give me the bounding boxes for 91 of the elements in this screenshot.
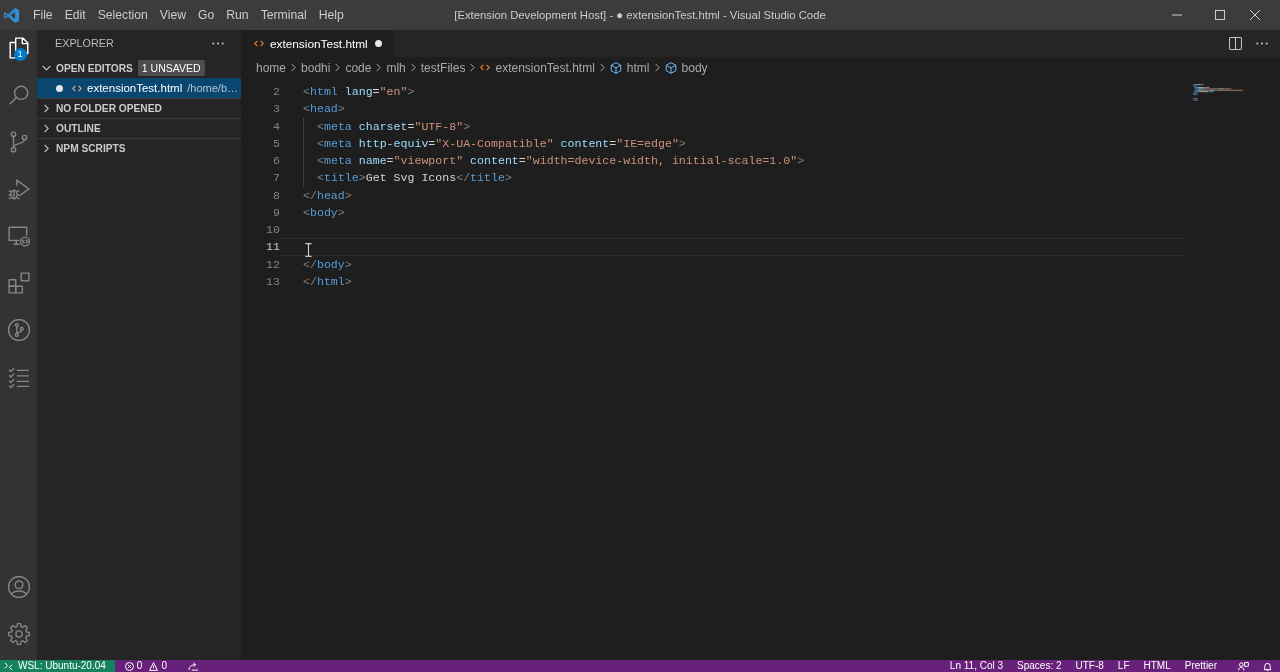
feedback-icon[interactable] xyxy=(1238,661,1249,671)
line-number: 9 xyxy=(272,204,280,221)
chevron-right-icon xyxy=(410,63,416,72)
section-header[interactable]: NO FOLDER OPENED xyxy=(37,98,241,118)
menu-item[interactable]: Go xyxy=(192,0,221,30)
chevron-right-icon xyxy=(376,63,382,72)
code-brackets-icon xyxy=(72,84,82,92)
line-number: 13 xyxy=(265,273,280,290)
status-item[interactable]: Spaces: 2 xyxy=(1010,660,1069,672)
code-brackets-icon xyxy=(480,64,491,71)
cube-icon xyxy=(664,61,677,74)
status-item[interactable]: HTML xyxy=(1136,660,1178,672)
chevron-right-icon xyxy=(599,63,605,72)
problems-indicator[interactable]: 0 0 xyxy=(117,660,174,672)
status-item[interactable]: LF xyxy=(1110,660,1137,672)
more-icon[interactable] xyxy=(212,41,224,45)
chevron-right-icon xyxy=(291,63,297,72)
maximize-icon[interactable] xyxy=(1214,10,1225,20)
breadcrumb-item[interactable]: code xyxy=(345,60,372,75)
remote-icon xyxy=(4,661,13,671)
remote-indicator[interactable]: WSL: Ubuntu-20.04 xyxy=(0,660,115,672)
search-icon[interactable] xyxy=(7,84,30,106)
panel-title: EXPLORER xyxy=(55,37,114,49)
line-number: 10 xyxy=(265,222,280,239)
line-number: 6 xyxy=(272,153,280,170)
bell-icon[interactable] xyxy=(1263,661,1272,671)
menu-item[interactable]: Terminal xyxy=(254,0,313,30)
text-cursor-icon xyxy=(305,243,312,257)
breadcrumb-item[interactable]: body xyxy=(664,60,708,75)
menu-item[interactable]: Help xyxy=(312,0,350,30)
settings-icon[interactable] xyxy=(7,623,30,645)
count-badge: 1 xyxy=(13,48,27,61)
play-bug-icon[interactable] xyxy=(7,178,30,200)
editor-tab[interactable]: extensionTest.html xyxy=(241,30,393,57)
breadcrumb-item[interactable]: bodhi xyxy=(301,60,331,75)
share-arrow-icon[interactable] xyxy=(187,661,199,671)
line-number: 2 xyxy=(272,84,280,100)
line-number: 3 xyxy=(272,101,280,118)
chevron-right-icon xyxy=(470,63,476,72)
menu-item[interactable]: File xyxy=(27,0,59,30)
section-header[interactable]: OPEN EDITORS 1 UNSAVED xyxy=(37,58,241,78)
code-line: </html> xyxy=(303,273,352,290)
menu-item[interactable]: Run xyxy=(220,0,255,30)
breadcrumb-item[interactable]: testFiles xyxy=(420,60,466,75)
status-item[interactable]: Ln 11, Col 3 xyxy=(942,660,1011,672)
breadcrumb-item[interactable]: mlh xyxy=(386,60,406,75)
line-number: 8 xyxy=(272,187,280,204)
chevron-right-icon xyxy=(654,63,660,72)
file-name: extensionTest.html xyxy=(87,82,183,94)
status-item[interactable]: UTF-8 xyxy=(1068,660,1111,672)
menu-item[interactable]: Selection xyxy=(91,0,154,30)
window-title: [Extension Development Host] - ● extensionTest.html - Visual Studio Code xyxy=(454,9,826,21)
breadcrumb-item[interactable]: html xyxy=(609,60,650,75)
line-number: 4 xyxy=(272,118,280,135)
menu-item[interactable]: Edit xyxy=(58,0,92,30)
checklist-icon[interactable] xyxy=(7,366,30,388)
split-editor-icon[interactable] xyxy=(1229,37,1242,50)
line-number: 7 xyxy=(272,170,280,187)
code-line: <meta charset="UTF-8"> xyxy=(317,118,471,135)
code-line: </body> xyxy=(303,256,352,273)
files-icon[interactable] xyxy=(7,37,30,59)
section-header[interactable]: OUTLINE xyxy=(37,118,241,138)
section-header[interactable]: NPM SCRIPTS xyxy=(37,138,241,158)
unsaved-count-badge: 1 UNSAVED xyxy=(137,60,205,76)
warning-icon xyxy=(149,661,159,671)
line-number: 5 xyxy=(272,135,280,152)
line-number: 12 xyxy=(265,256,280,273)
status-item[interactable]: Prettier xyxy=(1177,660,1224,672)
cube-icon xyxy=(609,61,622,74)
code-line: <html lang="en"> xyxy=(303,84,415,100)
code-line: <title>Get Svg Icons</title> xyxy=(317,170,512,187)
account-icon[interactable] xyxy=(7,576,30,598)
menu-item[interactable]: View xyxy=(153,0,192,30)
open-editor-item[interactable]: extensionTest.html /home/b… xyxy=(37,78,241,98)
error-icon xyxy=(124,661,134,671)
close-icon[interactable] xyxy=(1250,10,1260,20)
app-logo-icon xyxy=(4,7,19,23)
breadcrumb-item[interactable]: extensionTest.html xyxy=(480,60,595,75)
line-number: 11 xyxy=(265,239,280,256)
code-brackets-icon xyxy=(254,40,264,47)
code-line: </head> xyxy=(303,187,352,204)
breadcrumb-item[interactable]: home xyxy=(256,60,287,75)
remote-monitor-icon[interactable] xyxy=(7,225,30,247)
code-line: <meta name="viewport" content="width=device-width, initial-scale=1.0"> xyxy=(317,153,805,170)
code-line: <head> xyxy=(303,101,345,118)
more-icon[interactable] xyxy=(1256,42,1268,45)
file-path: /home/b… xyxy=(187,82,238,94)
code-line: <body> xyxy=(303,204,345,221)
code-line: <meta http-equiv="X-UA-Compatible" content="IE=edge"> xyxy=(317,135,686,152)
extensions-icon[interactable] xyxy=(7,272,30,294)
chevron-right-icon xyxy=(335,63,341,72)
